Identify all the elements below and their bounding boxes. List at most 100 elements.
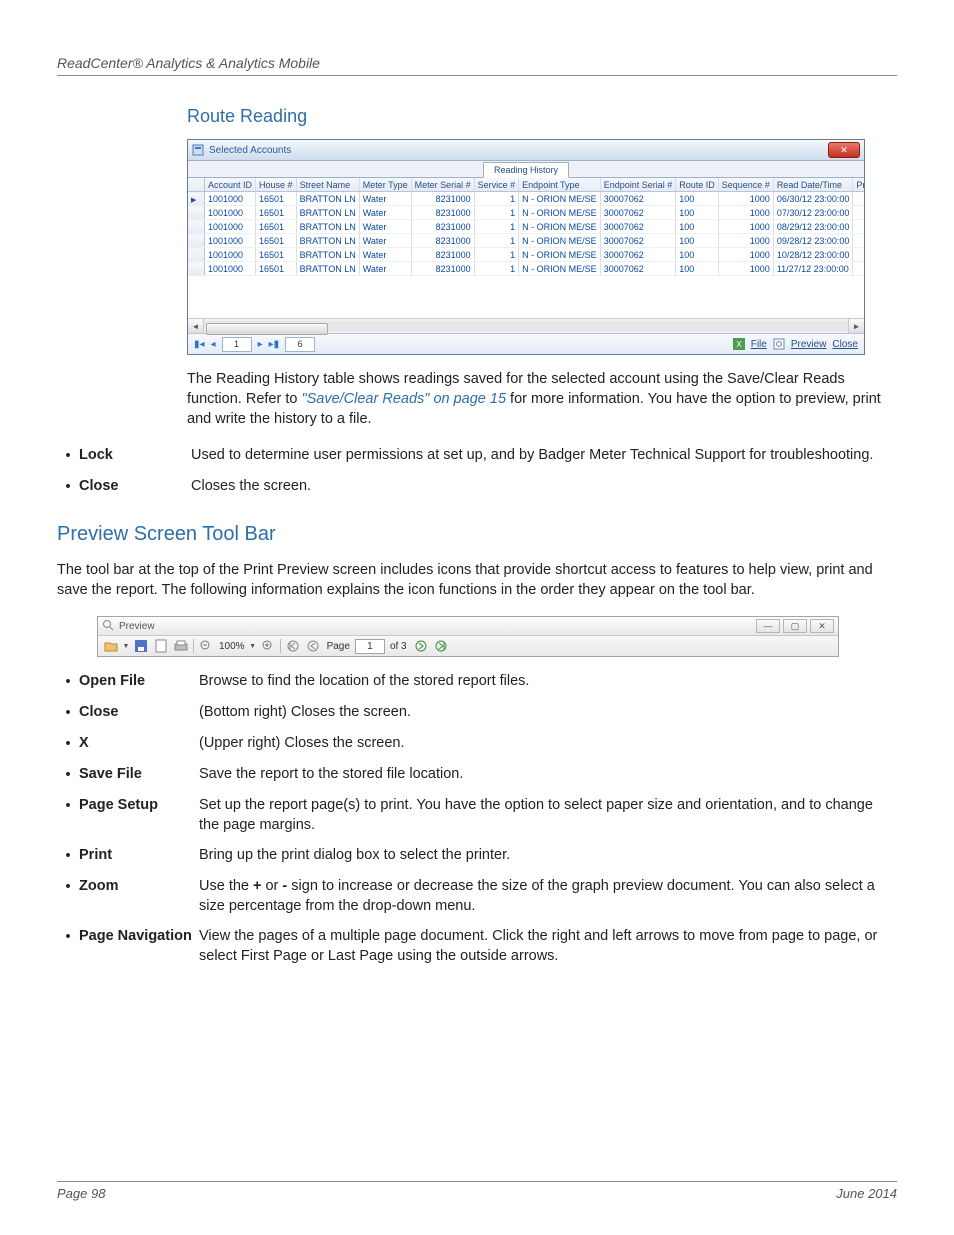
- cell: 8231000: [411, 220, 474, 234]
- preview-icon[interactable]: [773, 338, 785, 350]
- column-header[interactable]: Meter Serial #: [411, 178, 474, 192]
- cell: 100: [676, 206, 719, 220]
- definition-text: (Bottom right) Closes the screen.: [199, 702, 897, 722]
- definition-item: •LockUsed to determine user permissions …: [57, 445, 897, 466]
- page-total: 6: [285, 337, 315, 352]
- cell: 8231000: [411, 234, 474, 248]
- preview-intro: The tool bar at the top of the Print Pre…: [57, 560, 897, 600]
- prev-page-nav-icon[interactable]: [304, 638, 322, 654]
- dropdown-icon[interactable]: ▼: [122, 638, 130, 654]
- table-row[interactable]: 100100016501BRATTON LNWater82310001N - O…: [188, 234, 864, 248]
- table-row[interactable]: 100100016501BRATTON LNWater82310001N - O…: [188, 220, 864, 234]
- close-button[interactable]: ✕: [810, 619, 834, 633]
- scrollbar-thumb[interactable]: [206, 323, 328, 335]
- minimize-button[interactable]: —: [756, 619, 780, 633]
- cell: 30007062: [600, 248, 676, 262]
- save-clear-reads-link[interactable]: "Save/Clear Reads" on page 15: [301, 391, 506, 407]
- cell: BRATTON LN: [296, 220, 359, 234]
- table-row[interactable]: 100100016501BRATTON LNWater82310001N - O…: [188, 248, 864, 262]
- magnifier-icon: [102, 619, 114, 634]
- bullet-icon: •: [57, 733, 79, 754]
- cell: Water: [359, 234, 411, 248]
- excel-icon[interactable]: X: [733, 338, 745, 350]
- zoom-value[interactable]: 100%: [217, 641, 247, 652]
- page-of: of 3: [387, 641, 410, 652]
- table-row[interactable]: 100100016501BRATTON LNWater82310001N - O…: [188, 192, 864, 206]
- column-header[interactable]: Account ID: [205, 178, 256, 192]
- tab-reading-history[interactable]: Reading History: [483, 162, 569, 178]
- column-header[interactable]: Endpoint Serial #: [600, 178, 676, 192]
- cell: 1001000: [205, 248, 256, 262]
- scroll-right-icon[interactable]: ►: [848, 319, 864, 333]
- file-link[interactable]: File: [751, 339, 767, 350]
- column-header[interactable]: Sequence #: [718, 178, 773, 192]
- row-selector[interactable]: [188, 262, 205, 276]
- page-setup-icon[interactable]: [152, 638, 170, 654]
- last-page-nav-icon[interactable]: [432, 638, 450, 654]
- last-page-icon[interactable]: ▸▮: [269, 339, 280, 350]
- page-number[interactable]: 1: [222, 337, 252, 352]
- bullet-icon: •: [57, 845, 79, 866]
- bullet-icon: •: [57, 476, 79, 497]
- column-header[interactable]: Read Date/Time: [773, 178, 853, 192]
- zoom-dropdown-icon[interactable]: ▼: [249, 638, 257, 654]
- cell: 30007062: [600, 220, 676, 234]
- table-row[interactable]: 100100016501BRATTON LNWater82310001N - O…: [188, 262, 864, 276]
- zoom-in-icon[interactable]: [259, 638, 277, 654]
- horizontal-scrollbar[interactable]: ◄ ►: [188, 318, 864, 333]
- bullet-icon: •: [57, 876, 79, 897]
- definition-item: •Page SetupSet up the report page(s) to …: [57, 795, 897, 835]
- open-file-icon[interactable]: [102, 638, 120, 654]
- bullet-icon: •: [57, 702, 79, 723]
- column-header[interactable]: Present Read: [853, 178, 864, 192]
- column-header[interactable]: Service #: [474, 178, 519, 192]
- column-header[interactable]: Endpoint Type: [519, 178, 601, 192]
- column-header[interactable]: [188, 178, 205, 192]
- first-page-nav-icon[interactable]: [284, 638, 302, 654]
- next-page-nav-icon[interactable]: [412, 638, 430, 654]
- bullet-icon: •: [57, 671, 79, 692]
- row-selector[interactable]: [188, 220, 205, 234]
- row-selector[interactable]: [188, 248, 205, 262]
- maximize-button[interactable]: ▢: [783, 619, 807, 633]
- column-header[interactable]: Street Name: [296, 178, 359, 192]
- definition-item: •ZoomUse the + or - sign to increase or …: [57, 876, 897, 916]
- page-number-footer: Page 98: [57, 1186, 105, 1201]
- definition-item: •Page NavigationView the pages of a mult…: [57, 926, 897, 966]
- page-input[interactable]: 1: [355, 639, 385, 654]
- zoom-out-icon[interactable]: [197, 638, 215, 654]
- cell: 16501: [256, 206, 297, 220]
- table-row[interactable]: 100100016501BRATTON LNWater82310001N - O…: [188, 206, 864, 220]
- window-close-button[interactable]: ✕: [828, 142, 860, 158]
- definition-term: Open File: [79, 671, 199, 691]
- save-file-icon[interactable]: [132, 638, 150, 654]
- column-header[interactable]: Meter Type: [359, 178, 411, 192]
- column-header[interactable]: House #: [256, 178, 297, 192]
- print-icon[interactable]: [172, 638, 190, 654]
- column-header[interactable]: Route ID: [676, 178, 719, 192]
- cell: 1: [474, 192, 519, 206]
- prev-page-icon[interactable]: ◂: [211, 339, 216, 350]
- window-title: Selected Accounts: [209, 145, 291, 156]
- cell: 11: [853, 206, 864, 220]
- definition-item: •Close(Bottom right) Closes the screen.: [57, 702, 897, 723]
- definition-term: Zoom: [79, 876, 199, 896]
- close-icon: ✕: [840, 145, 848, 156]
- close-link[interactable]: Close: [832, 339, 858, 350]
- row-selector[interactable]: [188, 206, 205, 220]
- row-selector[interactable]: [188, 234, 205, 248]
- cell: 16501: [256, 262, 297, 276]
- scroll-left-icon[interactable]: ◄: [188, 319, 204, 333]
- reading-history-grid: Account IDHouse #Street NameMeter TypeMe…: [188, 178, 864, 276]
- route-reading-heading: Route Reading: [187, 106, 897, 127]
- cell: 100: [676, 220, 719, 234]
- next-page-icon[interactable]: ▸: [258, 339, 263, 350]
- cell: N - ORION ME/SE: [519, 262, 601, 276]
- window-titlebar: Selected Accounts ✕: [188, 140, 864, 161]
- preview-link[interactable]: Preview: [791, 339, 827, 350]
- first-page-icon[interactable]: ▮◂: [194, 339, 205, 350]
- cell: 16501: [256, 248, 297, 262]
- row-selector[interactable]: [188, 192, 205, 206]
- definition-item: •X(Upper right) Closes the screen.: [57, 733, 897, 754]
- cell: 16501: [256, 234, 297, 248]
